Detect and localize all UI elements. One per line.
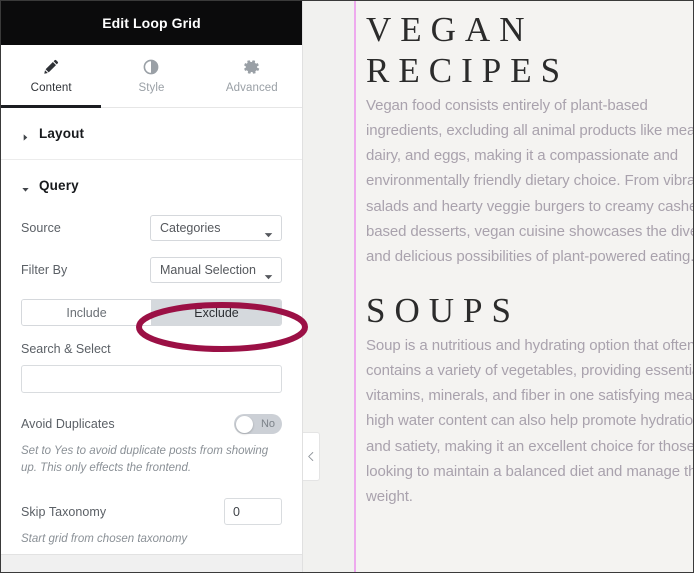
- loop-item-body-line: salads and hearty veggie burgers to crea…: [366, 197, 693, 215]
- contrast-icon: [143, 59, 159, 75]
- tab-style-label: Style: [138, 81, 165, 94]
- chevron-down-icon: [264, 225, 273, 238]
- pencil-icon: [43, 59, 59, 75]
- screenshot-root: Edit Loop Grid Content Style Advanced La…: [0, 0, 694, 573]
- panel-bottom-strip: [1, 554, 302, 572]
- panel-header: Edit Loop Grid: [1, 1, 302, 45]
- loop-item-body-line: looking to maintain a balanced diet and …: [366, 462, 693, 480]
- loop-item-body: Soup is a nutritious and hydrating optio…: [366, 334, 693, 509]
- section-query-title: Query: [39, 178, 79, 193]
- loop-item-title-line: SOUPS: [366, 291, 520, 331]
- tab-content-label: Content: [30, 81, 72, 94]
- filter-by-row: Filter By Manual Selection: [21, 257, 282, 283]
- loop-item-body-line: vitamins, minerals, and fiber in one sat…: [366, 387, 693, 405]
- preview-pane: VEGAN RECIPES Vegan food consists entire…: [303, 1, 693, 572]
- tab-content[interactable]: Content: [1, 45, 102, 108]
- section-layout-header[interactable]: Layout: [1, 108, 302, 159]
- filter-by-select-value: Manual Selection: [160, 263, 256, 277]
- source-select[interactable]: Categories: [150, 215, 282, 241]
- skip-taxonomy-help: Start grid from chosen taxonomy: [21, 533, 188, 546]
- filter-by-select[interactable]: Manual Selection: [150, 257, 282, 283]
- skip-taxonomy-label: Skip Taxonomy: [21, 504, 107, 519]
- avoid-duplicates-toggle[interactable]: No: [234, 414, 282, 434]
- loop-item-body-line: ingredients, excluding all animal produc…: [366, 121, 693, 139]
- section-query-body: Source Categories Filter By Manual Selec…: [1, 211, 302, 570]
- tab-advanced-label: Advanced: [225, 81, 278, 94]
- toggle-knob: [235, 415, 253, 433]
- chevron-down-icon: [21, 181, 30, 192]
- avoid-duplicates-label: Avoid Duplicates: [21, 417, 115, 431]
- chevron-left-icon: [307, 448, 315, 466]
- section-query-header[interactable]: Query: [1, 160, 302, 211]
- loop-item[interactable]: VEGAN RECIPES Vegan food consists entire…: [356, 1, 693, 268]
- loop-item-body-line: Vegan food consists entirely of plant-ba…: [366, 96, 648, 114]
- chevron-down-icon: [264, 267, 273, 280]
- skip-taxonomy-input[interactable]: [224, 498, 282, 526]
- collapse-panel-handle[interactable]: [303, 432, 320, 481]
- loop-item-body: Vegan food consists entirely of plant-ba…: [366, 94, 693, 269]
- section-query: Query Source Categories Filter By Manual…: [1, 160, 302, 572]
- loop-item-body-line: weight.: [366, 488, 413, 506]
- exclude-button[interactable]: Exclude: [151, 300, 281, 325]
- include-button[interactable]: Include: [22, 300, 151, 325]
- loop-item-body-line: based desserts, vegan cuisine showcases …: [366, 222, 693, 240]
- avoid-duplicates-help: Set to Yes to avoid duplicate posts from…: [21, 445, 269, 474]
- chevron-right-icon: [21, 129, 30, 141]
- filter-by-label: Filter By: [21, 263, 68, 277]
- avoid-duplicates-value: No: [260, 418, 275, 430]
- include-exclude-toggle-group: Include Exclude: [21, 299, 282, 326]
- section-layout-title: Layout: [39, 126, 85, 141]
- loop-item-body-line: and delicious possibilities of plant-pow…: [366, 248, 693, 266]
- search-select-input[interactable]: [21, 365, 282, 393]
- source-row: Source Categories: [21, 215, 282, 241]
- avoid-duplicates-row: Avoid Duplicates No: [21, 411, 282, 437]
- loop-item-body-line: dairy, and eggs, making it a compassiona…: [366, 147, 678, 165]
- skip-taxonomy-row: Skip Taxonomy: [21, 498, 282, 526]
- loop-item[interactable]: SOUPS Soup is a nutritious and hydrating…: [356, 268, 693, 508]
- loop-item-title: VEGAN RECIPES: [366, 9, 693, 92]
- search-select-label: Search & Select: [21, 342, 111, 356]
- editor-panel: Edit Loop Grid Content Style Advanced La…: [1, 1, 303, 572]
- section-layout: Layout: [1, 108, 302, 160]
- loop-item-body-line: and satiety, making it an excellent choi…: [366, 437, 693, 455]
- preview-canvas: VEGAN RECIPES Vegan food consists entire…: [354, 1, 693, 572]
- page-title: Edit Loop Grid: [102, 15, 201, 31]
- source-label: Source: [21, 221, 61, 235]
- loop-item-title-line: VEGAN: [366, 10, 534, 49]
- tab-style[interactable]: Style: [101, 45, 201, 107]
- loop-item-body-line: environmentally friendly dietary choice.…: [366, 172, 693, 190]
- panel-tabs: Content Style Advanced: [1, 45, 302, 108]
- tab-advanced[interactable]: Advanced: [202, 45, 302, 107]
- loop-item-body-line: contains a variety of vegetables, provid…: [366, 361, 693, 379]
- loop-item-body-line: high water content can also help promote…: [366, 412, 693, 430]
- loop-item-title: SOUPS: [366, 290, 693, 331]
- loop-item-body-line: Soup is a nutritious and hydrating optio…: [366, 336, 693, 354]
- gear-icon: [244, 59, 260, 75]
- loop-item-title-line: RECIPES: [366, 51, 570, 91]
- source-select-value: Categories: [160, 221, 221, 235]
